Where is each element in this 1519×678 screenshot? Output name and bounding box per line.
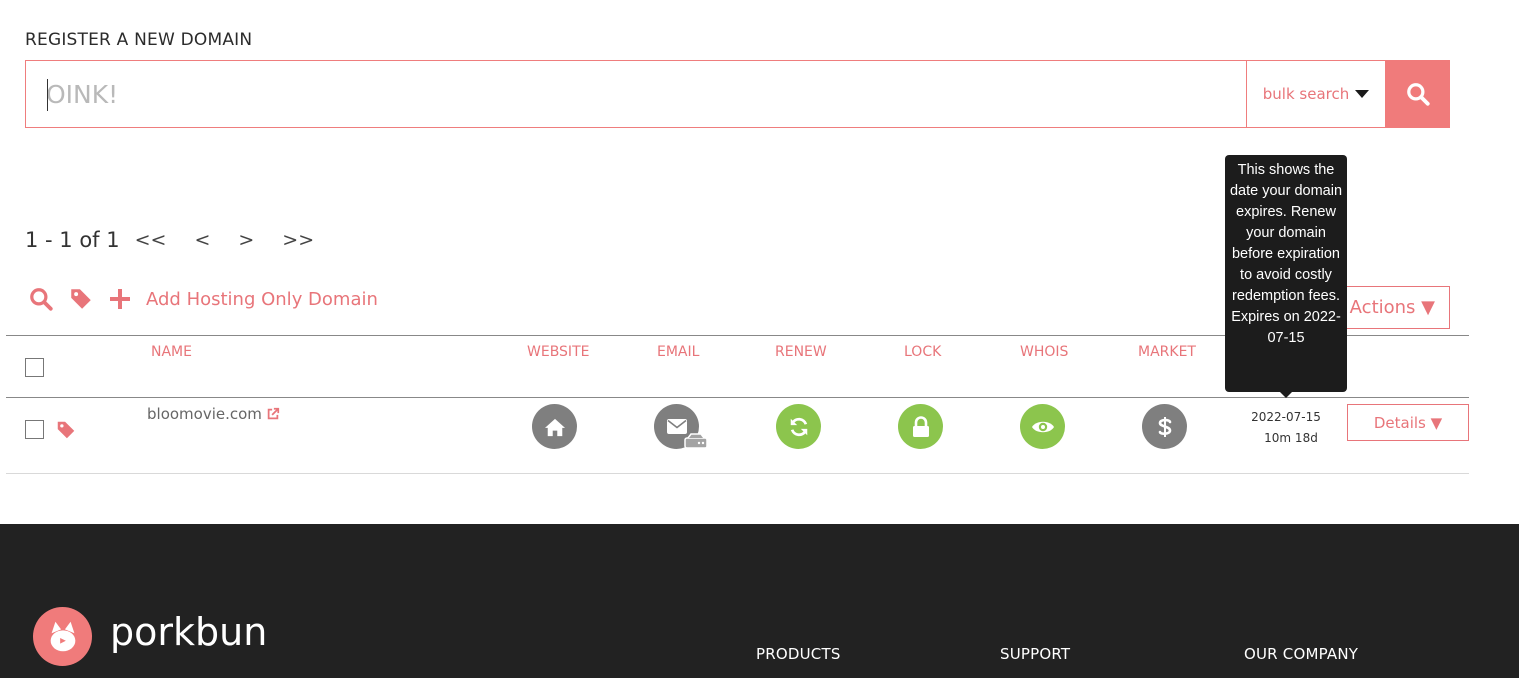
tag-icon[interactable] <box>55 419 77 441</box>
column-header-renew: RENEW <box>775 344 827 360</box>
last-page-link[interactable]: >> <box>282 229 314 251</box>
bulk-search-label: bulk search <box>1262 85 1350 103</box>
column-header-market: MARKET <box>1138 344 1196 360</box>
eye-icon <box>1031 421 1054 432</box>
domain-tools: Add Hosting Only Domain <box>28 286 378 312</box>
expiry-remaining: 10m 18d <box>1264 431 1318 445</box>
lock-button[interactable] <box>898 404 943 449</box>
lock-icon <box>912 415 929 437</box>
pagination-range: 1 - 1 of 1 <box>25 228 120 252</box>
table-bottom-divider <box>6 473 1469 474</box>
market-button[interactable] <box>1142 404 1187 449</box>
text-cursor <box>47 79 48 111</box>
footer-products-heading[interactable]: PRODUCTS <box>756 645 841 663</box>
envelope-icon <box>666 419 687 434</box>
pig-logo-icon <box>50 621 75 651</box>
whois-privacy-button[interactable] <box>1020 404 1065 449</box>
external-link-icon <box>267 407 280 420</box>
row-checkbox[interactable] <box>25 420 44 439</box>
dollar-icon <box>1158 416 1171 437</box>
home-icon <box>544 418 565 436</box>
domain-search-bar: bulk search <box>25 60 1450 128</box>
website-button[interactable] <box>532 404 577 449</box>
server-icon <box>684 433 708 449</box>
pagination: 1 - 1 of 1 << < > >> <box>25 228 314 252</box>
tag-icon[interactable] <box>68 286 94 312</box>
brand-name: porkbun <box>110 610 268 654</box>
refresh-icon <box>790 417 807 436</box>
expiry-date: 2022-07-15 <box>1251 410 1321 424</box>
next-page-link[interactable]: > <box>238 229 254 251</box>
domain-name-link[interactable]: bloomovie.com <box>147 405 280 423</box>
column-header-whois: WHOIS <box>1020 344 1069 360</box>
column-header-email: EMAIL <box>657 344 700 360</box>
domain-name: bloomovie.com <box>147 405 262 423</box>
column-header-name[interactable]: NAME <box>151 344 192 360</box>
column-header-lock: LOCK <box>904 344 942 360</box>
footer-our-company-heading[interactable]: OUR COMPANY <box>1244 645 1358 663</box>
prev-page-link[interactable]: < <box>194 229 210 251</box>
expiry-tooltip: This shows the date your domain expires.… <box>1225 155 1347 398</box>
header-divider <box>6 397 1469 398</box>
column-header-website: WEBSITE <box>527 344 590 360</box>
first-page-link[interactable]: << <box>135 229 167 251</box>
porkbun-logo[interactable] <box>33 607 92 666</box>
domain-search-input[interactable] <box>26 61 1246 127</box>
caret-down-icon <box>1355 90 1370 98</box>
details-button[interactable]: Details ▼ <box>1347 404 1469 441</box>
site-footer: porkbun PRODUCTS SUPPORT OUR COMPANY <box>0 524 1519 678</box>
search-button[interactable] <box>1385 60 1450 128</box>
add-hosting-only-domain-link[interactable]: Add Hosting Only Domain <box>146 289 378 310</box>
plus-icon[interactable] <box>108 287 132 311</box>
expiry-info[interactable]: 2022-07-15 10m 18d <box>1242 407 1330 449</box>
footer-support-heading[interactable]: SUPPORT <box>1000 645 1070 663</box>
bulk-search-dropdown[interactable]: bulk search <box>1246 61 1385 127</box>
search-icon <box>1406 83 1430 106</box>
register-domain-title: REGISTER A NEW DOMAIN <box>25 30 253 50</box>
search-icon[interactable] <box>28 286 54 312</box>
select-all-checkbox[interactable] <box>25 358 44 377</box>
renew-button[interactable] <box>776 404 821 449</box>
